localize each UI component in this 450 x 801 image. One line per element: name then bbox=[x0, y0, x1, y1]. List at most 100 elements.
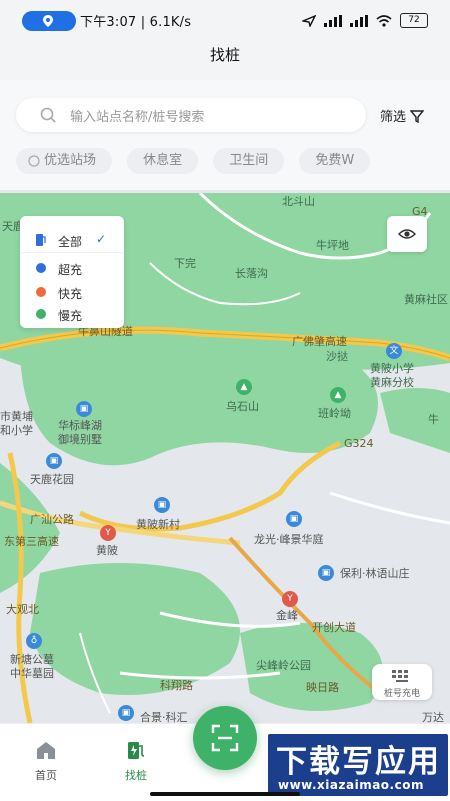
nav-find-pile[interactable]: 找桩 bbox=[106, 740, 166, 783]
building-poi-icon[interactable]: ▣ bbox=[76, 401, 92, 417]
map-label: 牛坪地 bbox=[316, 239, 349, 252]
page-title: 找桩 bbox=[209, 46, 240, 64]
map-label: 黄麻社区 bbox=[404, 293, 448, 306]
scan-icon bbox=[211, 724, 239, 752]
signal-hd-icon bbox=[350, 14, 368, 27]
mountain-poi-icon[interactable]: ▲ bbox=[236, 379, 252, 395]
legend-label: 快充 bbox=[58, 287, 83, 301]
mountain-poi-icon[interactable]: ▲ bbox=[330, 387, 346, 403]
map-label: 御境别墅 bbox=[58, 433, 102, 446]
chip-lounge[interactable]: 休息室 bbox=[127, 148, 199, 174]
page-header: 找桩 bbox=[0, 42, 450, 80]
map-label: 长落沟 bbox=[235, 267, 268, 280]
search-area: 输入站点名称/桩号搜索 筛选 优选站场 休息室 卫生间 免费W bbox=[0, 80, 450, 192]
building-poi-icon[interactable]: ▣ bbox=[118, 705, 134, 721]
legend-super-charge[interactable]: 超充 bbox=[20, 256, 124, 280]
scan-button[interactable] bbox=[193, 706, 257, 770]
map-label: 班岭坳 bbox=[318, 407, 351, 420]
chip-label: 休息室 bbox=[143, 153, 183, 168]
building-poi-icon[interactable]: ▣ bbox=[46, 453, 62, 469]
building-poi-icon[interactable]: ▣ bbox=[154, 497, 170, 513]
nav-label: 找桩 bbox=[125, 769, 147, 782]
pile-number-charge-label: 桩号充电 bbox=[383, 689, 420, 699]
watermark-title: 下载写应用 bbox=[276, 744, 441, 780]
status-icons: 72 bbox=[302, 13, 428, 28]
map-label: 龙光·峰景华庭 bbox=[254, 533, 324, 546]
chip-label: 卫生间 bbox=[229, 153, 269, 168]
location-pin-icon bbox=[43, 15, 53, 27]
search-icon bbox=[40, 107, 56, 123]
chip-restroom[interactable]: 卫生间 bbox=[213, 148, 285, 174]
search-input[interactable]: 输入站点名称/桩号搜索 bbox=[16, 98, 366, 132]
super-charge-marker-icon bbox=[36, 263, 46, 273]
slow-charge-marker-icon bbox=[36, 309, 46, 319]
filter-label: 筛选 bbox=[380, 110, 407, 125]
chip-label: 优选站场 bbox=[44, 153, 97, 168]
status-time: 下午3:07 | 6.1K/s bbox=[80, 15, 192, 30]
building-poi-icon[interactable]: ▣ bbox=[286, 511, 302, 527]
map-label: 尖峰岭公园 bbox=[256, 659, 311, 672]
fast-charge-marker-icon bbox=[36, 287, 46, 297]
charging-pile-icon bbox=[128, 742, 145, 759]
map-label: 沙挞 bbox=[326, 350, 348, 363]
cemetery-poi-icon[interactable]: ♁ bbox=[26, 633, 42, 649]
search-placeholder: 输入站点名称/桩号搜索 bbox=[70, 110, 205, 125]
map-label: 广汕公路 bbox=[30, 513, 74, 526]
map-label: 天鹿花园 bbox=[30, 473, 74, 486]
pile-number-charge-button[interactable]: 桩号充电 bbox=[372, 664, 432, 700]
chip-label: 免费W bbox=[315, 153, 355, 168]
legend-divider bbox=[20, 252, 124, 253]
legend-all[interactable]: 全部 ✓ bbox=[20, 228, 124, 252]
map-label: 北斗山 bbox=[282, 195, 315, 208]
map-label: 金峰 bbox=[276, 609, 298, 622]
chip-free-wifi[interactable]: 免费W bbox=[299, 148, 371, 174]
eye-icon bbox=[398, 229, 416, 239]
building-poi-icon[interactable]: ▣ bbox=[318, 565, 334, 581]
keypad-icon bbox=[392, 670, 408, 682]
legend-slow-charge[interactable]: 慢充 bbox=[20, 302, 124, 326]
map-label: 东第三高速 bbox=[4, 535, 59, 548]
signal-icon bbox=[324, 14, 342, 27]
status-bar: 下午3:07 | 6.1K/s 72 bbox=[0, 0, 450, 42]
map-label: G324 bbox=[344, 437, 374, 450]
watermark: 下载写应用 www.xiazaimao.com bbox=[268, 734, 448, 796]
landmark-poi-icon[interactable]: Y bbox=[282, 591, 298, 607]
legend-fast-charge[interactable]: 快充 bbox=[20, 280, 124, 304]
map-label: 黄陂新村 bbox=[136, 518, 180, 531]
charger-station-icon bbox=[36, 234, 46, 246]
legend-label: 全部 bbox=[58, 235, 83, 249]
map-label: 开创大道 bbox=[312, 621, 356, 634]
battery-icon: 72 bbox=[400, 13, 428, 28]
map-label: 下完 bbox=[174, 257, 196, 270]
map-label: 乌石山 bbox=[226, 400, 259, 413]
checkmark-icon: ✓ bbox=[96, 232, 107, 246]
nav-home[interactable]: 首页 bbox=[16, 740, 76, 783]
landmark-poi-icon[interactable]: Y bbox=[100, 525, 116, 541]
charger-type-legend: 全部 ✓ 超充 快充 慢充 bbox=[20, 216, 124, 328]
legend-label: 慢充 bbox=[58, 309, 83, 323]
map-label: 万达 bbox=[422, 711, 444, 723]
navigation-arrow-icon bbox=[302, 14, 316, 27]
map-label: 合景·科汇 bbox=[140, 711, 188, 723]
map-label: 科翔路 bbox=[160, 679, 193, 692]
map-label: 黄麻分校 bbox=[370, 376, 414, 389]
map-label: 黄陂 bbox=[96, 544, 118, 557]
home-icon bbox=[37, 742, 55, 759]
filter-icon bbox=[410, 109, 425, 123]
map-label: 广佛肇高速 bbox=[292, 335, 347, 348]
map-label: 中华墓园 bbox=[10, 667, 54, 680]
preferred-icon bbox=[28, 155, 40, 167]
chip-preferred-station[interactable]: 优选站场 bbox=[16, 148, 113, 174]
watermark-url: www.xiazaimao.com bbox=[278, 778, 424, 792]
filter-button[interactable]: 筛选 bbox=[380, 106, 425, 125]
school-poi-icon[interactable]: 文 bbox=[386, 343, 402, 359]
map-label: 牛 bbox=[428, 413, 439, 426]
nav-label: 首页 bbox=[35, 769, 57, 782]
visibility-toggle-button[interactable] bbox=[387, 216, 427, 252]
map-label: 保利·林语山庄 bbox=[340, 567, 410, 580]
wifi-icon bbox=[376, 14, 392, 27]
map-label: 映日路 bbox=[306, 681, 339, 694]
map-label: 和小学 bbox=[0, 424, 33, 437]
legend-label: 超充 bbox=[58, 263, 83, 277]
map-label: 大观北 bbox=[6, 603, 39, 616]
